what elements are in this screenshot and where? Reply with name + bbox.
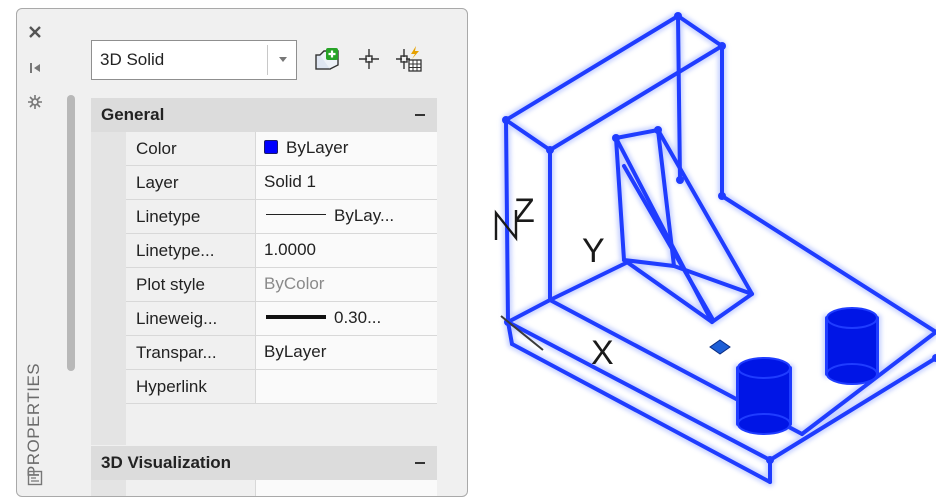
collapse-icon[interactable] bbox=[415, 114, 425, 116]
property-value-lineweight[interactable]: 0.30... bbox=[256, 302, 437, 335]
category-3d-visualization-title: 3D Visualization bbox=[101, 453, 232, 472]
chevron-down-icon[interactable] bbox=[279, 57, 287, 62]
collapse-icon[interactable] bbox=[415, 462, 425, 464]
property-label bbox=[126, 480, 256, 496]
cylinder-front bbox=[737, 357, 791, 435]
quick-select-icon bbox=[315, 48, 339, 70]
property-label: Linetype... bbox=[126, 234, 256, 267]
scrollbar-thumb[interactable] bbox=[67, 95, 75, 371]
ucs-y-label: Y bbox=[582, 232, 605, 270]
wireframe-edge bbox=[504, 118, 552, 152]
wireframe-edge bbox=[504, 14, 680, 122]
wireframe-edge bbox=[720, 194, 936, 334]
property-value-linetype[interactable]: ByLay... bbox=[256, 200, 437, 233]
palette-properties-icon[interactable] bbox=[23, 91, 47, 113]
property-value-transparency[interactable]: ByLayer bbox=[256, 336, 437, 369]
property-label: Color bbox=[126, 132, 256, 165]
auto-hide-icon[interactable] bbox=[23, 57, 47, 79]
property-value-text: 0.30... bbox=[334, 308, 382, 327]
ucs-x-label: X bbox=[591, 334, 614, 372]
property-label: Lineweig... bbox=[126, 302, 256, 335]
property-row-lineweight[interactable]: Lineweig... 0.30... bbox=[126, 302, 437, 336]
wireframe-vertex bbox=[718, 42, 726, 50]
select-objects-icon bbox=[359, 49, 379, 69]
wireframe-vertex bbox=[546, 146, 554, 154]
cylinder-back-bottom bbox=[826, 363, 878, 385]
cylinder-back-top bbox=[826, 307, 878, 329]
vertical-scrollbar[interactable] bbox=[65, 87, 77, 379]
lineweight-preview-icon bbox=[266, 315, 326, 319]
property-row-partial bbox=[126, 480, 437, 496]
object-type-value: 3D Solid bbox=[100, 50, 165, 69]
property-value-partial bbox=[256, 480, 437, 496]
wireframe-vertex bbox=[718, 192, 726, 200]
linetype-preview-icon bbox=[266, 214, 326, 215]
property-row-linetype-scale[interactable]: Linetype... 1.0000 bbox=[126, 234, 437, 268]
ucs-z-label: Z bbox=[514, 192, 535, 230]
property-row-plot-style[interactable]: Plot style ByColor bbox=[126, 268, 437, 302]
palette-title-icon[interactable] bbox=[23, 467, 47, 489]
property-label: Layer bbox=[126, 166, 256, 199]
color-swatch-icon bbox=[264, 140, 278, 154]
property-value-text: ByLayer bbox=[286, 138, 349, 157]
quick-select-button[interactable] bbox=[312, 43, 342, 75]
wireframe-vertex bbox=[676, 176, 684, 184]
palette-title-text: PROPERTIES bbox=[24, 362, 43, 478]
wireframe-edge bbox=[710, 292, 754, 324]
property-label: Transpar... bbox=[126, 336, 256, 369]
property-label: Plot style bbox=[126, 268, 256, 301]
wireframe-vertex bbox=[654, 126, 662, 134]
property-row-layer[interactable]: Layer Solid 1 bbox=[126, 166, 437, 200]
property-value-hyperlink[interactable] bbox=[256, 370, 437, 403]
property-value-plot-style: ByColor bbox=[256, 268, 437, 301]
cylinder-front-bottom bbox=[737, 413, 791, 435]
grid-indent-gutter bbox=[91, 480, 126, 496]
toggle-pickadd-button[interactable] bbox=[394, 43, 424, 75]
cylinder-back bbox=[826, 307, 878, 385]
grid-indent-gutter bbox=[91, 132, 126, 445]
property-value-color[interactable]: ByLayer bbox=[256, 132, 437, 165]
cylinder-front-top bbox=[737, 357, 791, 379]
wireframe-edge bbox=[506, 298, 552, 324]
wireframe-vertex bbox=[674, 12, 682, 20]
dropdown-separator bbox=[267, 45, 268, 75]
grip-icon[interactable] bbox=[709, 339, 731, 355]
property-label: Hyperlink bbox=[126, 370, 256, 403]
property-value-text: ByLay... bbox=[334, 206, 395, 225]
properties-grid: 3D Solid General Color ByLayer Layer Sol… bbox=[88, 9, 440, 496]
object-type-dropdown[interactable]: 3D Solid bbox=[91, 40, 297, 80]
wireframe-vertex bbox=[766, 456, 774, 464]
category-general-title: General bbox=[101, 105, 165, 124]
category-3d-visualization[interactable]: 3D Visualization bbox=[91, 446, 437, 480]
property-value-linetype-scale[interactable]: 1.0000 bbox=[256, 234, 437, 267]
wireframe-vertex bbox=[612, 134, 620, 142]
wireframe-edge bbox=[504, 118, 510, 324]
category-general[interactable]: General bbox=[91, 98, 437, 132]
select-objects-button[interactable] bbox=[354, 43, 384, 75]
wireframe-vertex bbox=[502, 116, 510, 124]
property-label: Linetype bbox=[126, 200, 256, 233]
toggle-pickadd-icon bbox=[396, 46, 422, 72]
close-icon[interactable] bbox=[23, 21, 47, 43]
wireframe-edge bbox=[510, 342, 772, 484]
wireframe-edge bbox=[676, 14, 682, 182]
palette-title: PROPERTIES bbox=[18, 355, 50, 485]
property-row-color[interactable]: Color ByLayer bbox=[126, 132, 437, 166]
wireframe-edge bbox=[676, 14, 724, 48]
property-row-linetype[interactable]: Linetype ByLay... bbox=[126, 200, 437, 234]
palette-title-strip: PROPERTIES bbox=[17, 9, 57, 496]
properties-palette: PROPERTIES 3D Solid General Color ByLaye… bbox=[16, 8, 468, 497]
drawing-viewport[interactable]: Z Y X bbox=[478, 0, 936, 501]
property-row-transparency[interactable]: Transpar... ByLayer bbox=[126, 336, 437, 370]
property-value-layer[interactable]: Solid 1 bbox=[256, 166, 437, 199]
property-row-hyperlink[interactable]: Hyperlink bbox=[126, 370, 437, 404]
